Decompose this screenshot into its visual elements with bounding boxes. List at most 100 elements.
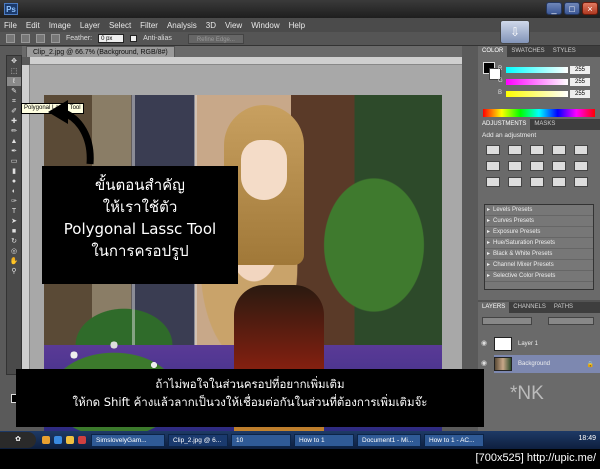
tab-masks[interactable]: MASKS xyxy=(530,119,559,130)
levels-icon[interactable] xyxy=(508,145,522,155)
hue-saturation-icon[interactable] xyxy=(486,161,500,171)
taskbar-item[interactable]: Clip_2.jpg @ 6... xyxy=(168,433,228,447)
add-selection-icon[interactable] xyxy=(36,34,45,43)
color-spectrum[interactable] xyxy=(483,109,595,117)
layer-row[interactable]: Layer 1 xyxy=(494,335,600,353)
tab-paths[interactable]: PATHS xyxy=(550,302,577,313)
preset-item[interactable]: Selective Color Presets xyxy=(485,271,593,282)
eyedropper-tool-icon[interactable]: ✐ xyxy=(7,107,21,116)
feather-input[interactable]: 0 px xyxy=(98,34,125,43)
shape-tool-icon[interactable]: ■ xyxy=(7,227,21,236)
tab-styles[interactable]: STYLES xyxy=(549,46,580,57)
taskbar-item[interactable]: How to 1 xyxy=(294,433,354,447)
selective-color-icon[interactable] xyxy=(574,177,588,187)
marquee-tool-icon[interactable]: ⬚ xyxy=(7,67,21,76)
menu-analysis[interactable]: Analysis xyxy=(167,21,197,30)
tab-layers[interactable]: LAYERS xyxy=(478,302,510,313)
subtract-selection-icon[interactable] xyxy=(51,34,60,43)
red-value[interactable]: 255 xyxy=(570,66,590,74)
crop-tool-icon[interactable]: ⌗ xyxy=(7,97,21,106)
gradient-map-icon[interactable] xyxy=(552,177,566,187)
opacity-field[interactable] xyxy=(548,317,594,325)
blur-tool-icon[interactable]: ● xyxy=(7,177,21,186)
zoom-tool-icon[interactable]: ⚲ xyxy=(7,267,21,276)
stamp-tool-icon[interactable]: ▲ xyxy=(7,137,21,146)
taskbar-item[interactable]: SimslovelyGam... xyxy=(91,433,165,447)
tab-color[interactable]: COLOR xyxy=(478,46,508,57)
posterize-icon[interactable] xyxy=(508,177,522,187)
lasso-preset-icon[interactable] xyxy=(6,34,15,43)
type-tool-icon[interactable]: T xyxy=(7,207,21,216)
quicklaunch-icon[interactable] xyxy=(54,436,62,444)
layer-visibility-icon[interactable]: ◉ xyxy=(481,359,490,368)
photo-filter-icon[interactable] xyxy=(552,161,566,171)
menu-edit[interactable]: Edit xyxy=(26,21,40,30)
pen-tool-icon[interactable]: ✑ xyxy=(7,197,21,206)
threshold-icon[interactable] xyxy=(530,177,544,187)
brush-tool-icon[interactable]: ✏ xyxy=(7,127,21,136)
brightness-icon[interactable] xyxy=(486,145,500,155)
hand-tool-icon[interactable]: ✋ xyxy=(7,257,21,266)
menu-window[interactable]: Window xyxy=(251,21,279,30)
taskbar-item[interactable]: Document1 - Mi... xyxy=(357,433,421,447)
tab-channels[interactable]: CHANNELS xyxy=(509,302,550,313)
green-slider[interactable] xyxy=(506,79,568,85)
preset-item[interactable]: Channel Mixer Presets xyxy=(485,260,593,271)
menu-file[interactable]: File xyxy=(4,21,17,30)
green-value[interactable]: 255 xyxy=(570,78,590,86)
menu-layer[interactable]: Layer xyxy=(80,21,100,30)
menu-select[interactable]: Select xyxy=(109,21,131,30)
invert-icon[interactable] xyxy=(486,177,500,187)
path-select-tool-icon[interactable]: ➤ xyxy=(7,217,21,226)
black-white-icon[interactable] xyxy=(530,161,544,171)
menu-filter[interactable]: Filter xyxy=(140,21,158,30)
quick-select-tool-icon[interactable]: ✎ xyxy=(7,87,21,96)
menu-image[interactable]: Image xyxy=(49,21,71,30)
menu-help[interactable]: Help xyxy=(289,21,305,30)
vibrance-icon[interactable] xyxy=(574,145,588,155)
quicklaunch-icon[interactable] xyxy=(66,436,74,444)
eraser-tool-icon[interactable]: ▭ xyxy=(7,157,21,166)
document-tab[interactable]: Clip_2.jpg @ 66.7% (Background, RGB/8#) xyxy=(26,46,175,57)
3d-orbit-tool-icon[interactable]: ◎ xyxy=(7,247,21,256)
polygonal-lasso-tool-icon[interactable]: ℓ xyxy=(7,77,21,86)
refine-edge-button[interactable]: Refine Edge... xyxy=(187,33,244,44)
layer-visibility-icon[interactable]: ◉ xyxy=(481,339,490,348)
preset-item[interactable]: Hue/Saturation Presets xyxy=(485,238,593,249)
preset-item[interactable]: Levels Presets xyxy=(485,205,593,216)
blue-slider[interactable] xyxy=(506,91,568,97)
healing-tool-icon[interactable]: ✚ xyxy=(7,117,21,126)
quicklaunch-icon[interactable] xyxy=(42,436,50,444)
minimize-button[interactable]: _ xyxy=(546,2,562,15)
preset-item[interactable]: Curves Presets xyxy=(485,216,593,227)
blue-value[interactable]: 255 xyxy=(570,90,590,98)
taskbar-item[interactable]: 10 xyxy=(231,433,291,447)
history-brush-icon[interactable]: ✒ xyxy=(7,147,21,156)
layer-row[interactable]: Background 🔒 xyxy=(494,355,600,373)
collapse-panels-icon[interactable]: ⇩ xyxy=(500,20,530,44)
new-selection-icon[interactable] xyxy=(21,34,30,43)
gradient-tool-icon[interactable]: ▮ xyxy=(7,167,21,176)
channel-mixer-icon[interactable] xyxy=(574,161,588,171)
antialias-checkbox[interactable] xyxy=(130,35,138,42)
preset-item[interactable]: Exposure Presets xyxy=(485,227,593,238)
3d-rotate-tool-icon[interactable]: ↻ xyxy=(7,237,21,246)
move-tool-icon[interactable]: ✥ xyxy=(7,57,21,66)
exposure-icon[interactable] xyxy=(552,145,566,155)
maximize-button[interactable]: □ xyxy=(564,2,580,15)
dodge-tool-icon[interactable]: ◐ xyxy=(7,187,21,196)
start-button[interactable]: ✿ xyxy=(0,432,36,448)
menu-3d[interactable]: 3D xyxy=(206,21,216,30)
red-slider[interactable] xyxy=(506,67,568,73)
quicklaunch-icon[interactable] xyxy=(78,436,86,444)
close-button[interactable]: × xyxy=(582,2,598,15)
taskbar-item[interactable]: How to 1 - AC... xyxy=(424,433,484,447)
blend-mode-select[interactable] xyxy=(482,317,532,325)
menu-view[interactable]: View xyxy=(225,21,242,30)
tab-swatches[interactable]: SWATCHES xyxy=(507,46,548,57)
preset-item[interactable]: Black & White Presets xyxy=(485,249,593,260)
color-balance-icon[interactable] xyxy=(508,161,522,171)
instruction-callout: ขั้นตอนสำคัญ ให้เราใช้ตัว Polygonal Lass… xyxy=(42,166,238,284)
curves-icon[interactable] xyxy=(530,145,544,155)
tab-adjustments[interactable]: ADJUSTMENTS xyxy=(478,119,531,130)
